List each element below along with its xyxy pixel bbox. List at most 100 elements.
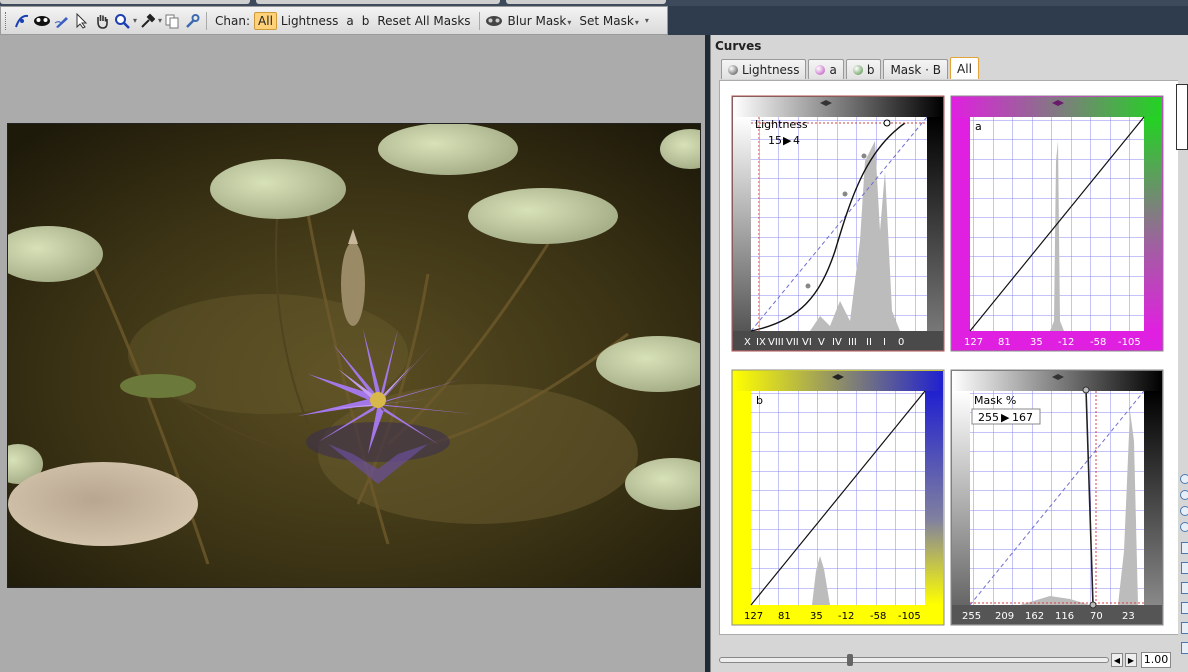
mask-axis-tick: 209 [995,611,1014,622]
reset-all-masks-button[interactable]: Reset All Masks [373,14,474,28]
side-radio-icon[interactable] [1180,522,1188,532]
side-radio-icon[interactable] [1180,490,1188,500]
tab-label: a [829,62,837,77]
lightness-axis-tick: III [848,337,857,348]
lightness-readout-in: 15 [768,134,782,147]
mask-axis-tick: 162 [1025,611,1044,622]
dock-background [668,6,1188,35]
channel-b-button[interactable]: b [358,14,374,28]
lightness-axis-tick: VIII [768,337,784,348]
a-curve-box: a 127 81 35 -12 -58 -105 [950,95,1164,352]
tab-label: Mask · B [890,62,942,77]
b-curve-box: b 127 81 35 -12 -58 -105 [731,369,945,626]
a-curve-label: a [975,120,982,133]
tab-label: All [957,61,972,76]
pen-icon[interactable] [52,11,72,31]
side-checkbox-icon[interactable] [1181,622,1188,634]
wrench-icon[interactable] [182,11,202,31]
zoom-value-field[interactable]: 1.00 [1141,652,1171,668]
lightness-tab-icon [728,64,738,75]
lightness-axis-tick: V [818,337,825,348]
tab-lightness[interactable]: Lightness [721,59,807,79]
a-axis-tick: -12 [1058,337,1074,348]
zoom-slider-handle[interactable] [847,654,853,666]
curves-grid-pane: Lightness 15 ▶ 4 X IX VIII VII VI V IV I… [719,80,1181,635]
mask-readout-out: 167 [1012,411,1033,424]
toolbar-separator [478,11,480,30]
blur-mask-button[interactable]: Blur Mask▾ [504,14,576,28]
mask-axis-tick: 116 [1055,611,1074,622]
curves-panel: Curves Lightness a b Mask · B All Lightn… [710,35,1181,672]
a-axis-tick: -58 [1090,337,1106,348]
b-axis-tick: 127 [744,611,763,622]
lightness-axis-tick: 0 [898,337,904,348]
side-checkbox-icon[interactable] [1181,582,1188,594]
b-tab-icon [852,64,863,75]
channel-a-button[interactable]: a [342,14,357,28]
b-axis-tick: 35 [810,611,823,622]
zoom-slider[interactable] [719,654,1109,666]
b-axis-tick: -12 [838,611,854,622]
side-radio-icon[interactable] [1180,474,1188,484]
hand-icon[interactable] [92,11,112,31]
channel-tabs: Lightness a b Mask · B All [721,57,981,79]
window-tab[interactable] [0,0,250,4]
window-tab[interactable] [256,0,500,4]
lightness-readout-out: 4 [793,134,800,147]
toolbar-grip[interactable] [5,11,8,30]
lightness-curve-label: Lightness [755,118,808,131]
lightness-axis-tick: IV [832,337,842,348]
mask-axis-tick: 255 [962,611,981,622]
mask-curve-label: Mask % [974,394,1016,407]
a-axis-tick: -105 [1118,337,1141,348]
zoom-icon[interactable] [112,11,132,31]
mask-icon[interactable] [32,11,52,31]
pointer-icon[interactable] [72,11,92,31]
zoom-right-button[interactable]: ▶ [1125,653,1137,667]
channel-all-button[interactable]: All [254,11,277,30]
readout-arrow-icon: ▶ [783,134,792,147]
chan-label: Chan: [215,13,251,28]
tab-label: b [866,62,875,77]
mask-curve-box: Mask % 255 ▶ 167 255 209 162 116 70 23 [950,369,1164,626]
side-checkbox-icon[interactable] [1181,642,1188,654]
side-radio-icon[interactable] [1180,506,1188,516]
tab-mask-b[interactable]: Mask · B [883,59,949,79]
set-mask-button[interactable]: Set Mask▾ [575,14,642,28]
b-curve-label: b [756,394,763,407]
lightness-axis-tick: VII [786,337,799,348]
toolbar-overflow-icon[interactable]: ▾ [645,16,649,25]
eyedropper-icon[interactable] [137,11,157,31]
window-tab[interactable] [506,0,666,4]
channel-lightness-button[interactable]: Lightness [277,14,342,28]
lightness-axis-tick: VI [802,337,812,348]
curve-tool-icon[interactable] [12,11,32,31]
readout-arrow-icon: ▶ [1001,411,1010,424]
a-tab-icon [815,64,826,75]
side-checkbox-icon[interactable] [1181,602,1188,614]
curves-svg: Lightness 15 ▶ 4 X IX VIII VII VI V IV I… [731,95,1164,626]
water-lily-photo[interactable] [7,123,701,588]
b-axis-tick: -105 [898,611,921,622]
side-checkbox-icon[interactable] [1181,542,1188,554]
toolbar-separator [206,11,208,30]
copy-icon[interactable] [162,11,182,31]
blur-mask-icon [484,11,504,31]
lightness-axis-tick: X [744,337,751,348]
b-axis-tick: -58 [870,611,886,622]
lightness-axis-tick: II [866,337,872,348]
lightness-axis-tick: I [883,337,886,348]
lightness-curve-box: Lightness 15 ▶ 4 X IX VIII VII VI V IV I… [731,95,945,352]
mask-axis-tick: 23 [1122,611,1135,622]
zoom-slider-row: ◀ ▶ 1.00 [719,651,1183,669]
side-checkbox-icon[interactable] [1181,562,1188,574]
zoom-left-button[interactable]: ◀ [1111,653,1123,667]
image-canvas[interactable] [0,35,705,672]
b-axis-tick: 81 [778,611,791,622]
side-preview-tab[interactable] [1176,84,1188,150]
tab-a[interactable]: a [808,59,844,79]
a-axis-tick: 81 [998,337,1011,348]
tab-all[interactable]: All [950,57,979,79]
a-axis-tick: 35 [1030,337,1043,348]
tab-b[interactable]: b [845,59,882,79]
